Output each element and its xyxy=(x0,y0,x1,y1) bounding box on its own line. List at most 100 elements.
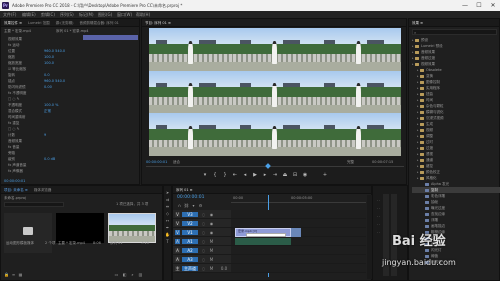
razor-tool-icon[interactable]: ◇ xyxy=(165,211,170,216)
lock-icon[interactable]: ◌ xyxy=(201,266,206,271)
tab-project[interactable]: 项目: 未命名 ≡ xyxy=(1,186,31,193)
slip-tool-icon[interactable]: ↔ xyxy=(165,218,170,223)
tab-media-browser[interactable]: 媒体浏览器 xyxy=(31,186,55,193)
resolution-dropdown[interactable]: 完整 xyxy=(347,159,354,165)
menu-edit[interactable]: 编辑(E) xyxy=(22,11,36,18)
lock-icon[interactable]: ◌ xyxy=(201,248,206,253)
lock-icon[interactable]: ◌ xyxy=(201,257,206,262)
track-header[interactable]: V V3 ◌ ◉ xyxy=(173,210,231,219)
program-timecode[interactable]: 00:00:00:01 xyxy=(146,159,167,165)
export-frame-icon[interactable]: ◉ xyxy=(302,172,308,178)
mark-in-icon[interactable]: { xyxy=(212,172,218,178)
track-lane[interactable] xyxy=(231,210,366,219)
effect-controls-timecode[interactable]: 00:00:00:01 xyxy=(4,178,25,184)
track-target-toggle[interactable]: V xyxy=(175,212,180,217)
track-target-toggle[interactable]: A xyxy=(175,239,180,244)
lock-icon[interactable]: 🔒 xyxy=(4,272,9,277)
go-to-out-icon[interactable]: ⇥ xyxy=(272,172,278,178)
playback-scrubber[interactable] xyxy=(146,166,404,167)
time-ruler[interactable] xyxy=(231,202,366,203)
eye-icon[interactable]: ◉ xyxy=(209,212,214,217)
audio-clip-a1[interactable] xyxy=(235,238,291,245)
mute-icon[interactable]: M xyxy=(209,257,214,262)
tab-effects[interactable]: 效果 ≡ xyxy=(409,19,426,26)
find-icon[interactable]: ⌕ xyxy=(130,272,135,277)
step-forward-icon[interactable]: ▸ xyxy=(262,172,268,178)
track-lane[interactable] xyxy=(231,219,366,228)
track-target-toggle[interactable]: A xyxy=(175,248,180,253)
tab-audio-mixer[interactable]: 音频剪辑混合器: 序列 01 xyxy=(77,19,122,26)
minimize-button[interactable]: — xyxy=(458,0,472,11)
project-item-sequence-thumbnail[interactable] xyxy=(108,213,156,243)
tab-lumetri-scopes[interactable]: Lumetri 范围 xyxy=(25,19,53,26)
tab-source[interactable]: 源:(无剪辑) xyxy=(53,19,77,26)
lift-icon[interactable]: ⏏ xyxy=(282,172,288,178)
step-back-icon[interactable]: ◂ xyxy=(242,172,248,178)
mute-icon[interactable]: M xyxy=(209,248,214,253)
mute-icon[interactable]: M xyxy=(209,266,214,271)
go-to-in-icon[interactable]: ⇤ xyxy=(232,172,238,178)
menu-marker[interactable]: 标记(M) xyxy=(79,11,94,18)
effect-property-row[interactable]: fx 声像器 xyxy=(4,168,138,174)
track-select-tool-icon[interactable]: ⇉ xyxy=(165,197,170,202)
lock-icon[interactable]: ◌ xyxy=(201,212,206,217)
effects-search-input[interactable]: ⌕ xyxy=(412,29,497,35)
tab-program-sequence[interactable]: 节目: 序列 01 ≡ xyxy=(142,19,174,26)
track-header[interactable]: V V1 ◌ ◉ xyxy=(173,228,231,237)
pen-tool-icon[interactable]: ✒ xyxy=(165,225,170,230)
track-header[interactable]: A A2 ◌ M xyxy=(173,246,231,255)
track-header[interactable]: 主主声道 ◌ M 0.0 xyxy=(173,264,231,273)
track-target-toggle[interactable]: V xyxy=(175,230,180,235)
track-lane[interactable] xyxy=(231,246,366,255)
menu-sequence[interactable]: 序列(S) xyxy=(60,11,74,18)
fit-dropdown[interactable]: 适合 xyxy=(173,159,180,165)
track-target-toggle[interactable]: 主 xyxy=(175,266,180,271)
lock-icon[interactable]: ◌ xyxy=(201,230,206,235)
project-item-clip-thumbnail[interactable] xyxy=(56,213,104,243)
tab-effect-controls[interactable]: 效果控件 ≡ xyxy=(1,19,25,26)
eye-icon[interactable]: ◉ xyxy=(209,230,214,235)
track-lane[interactable] xyxy=(231,264,366,273)
project-search-input[interactable] xyxy=(4,202,64,207)
timeline-timecode[interactable]: 00:00:00:01 xyxy=(177,195,204,201)
add-marker-icon[interactable]: ▾ xyxy=(202,172,208,178)
snap-icon[interactable]: ∩ xyxy=(177,203,182,208)
menu-clip[interactable]: 剪辑(C) xyxy=(41,11,55,18)
new-item-icon[interactable]: ◧ xyxy=(122,272,127,277)
add-marker-icon[interactable]: ▾ xyxy=(191,203,196,208)
new-bin-icon[interactable]: ▭ xyxy=(114,272,119,277)
mute-icon[interactable]: M xyxy=(209,239,214,244)
icon-view-icon[interactable]: ▦ xyxy=(18,272,23,277)
settings-icon[interactable]: ⚙ xyxy=(198,203,203,208)
master-volume-value[interactable]: 0.0 xyxy=(219,266,229,271)
type-tool-icon[interactable]: T xyxy=(165,239,170,244)
play-icon[interactable]: ▶ xyxy=(252,172,258,178)
track-header[interactable]: A A1 ◌ M xyxy=(173,237,231,246)
menu-help[interactable]: 帮助(H) xyxy=(136,11,150,18)
trash-icon[interactable]: ▥ xyxy=(138,272,143,277)
track-lane[interactable] xyxy=(231,255,366,264)
menu-graphics[interactable]: 图形(G) xyxy=(98,11,112,18)
hand-tool-icon[interactable]: ✋ xyxy=(165,232,170,237)
ripple-edit-tool-icon[interactable]: ⇹ xyxy=(165,204,170,209)
playhead-marker[interactable] xyxy=(265,163,271,169)
selection-tool-icon[interactable]: ➤ xyxy=(165,190,170,195)
mark-out-icon[interactable]: } xyxy=(222,172,228,178)
button-editor-icon[interactable]: + xyxy=(322,172,328,178)
video-clip-v1-tail[interactable] xyxy=(291,228,301,237)
track-target-toggle[interactable]: A xyxy=(175,257,180,262)
menu-file[interactable]: 文件(F) xyxy=(3,11,16,18)
eye-icon[interactable]: ◉ xyxy=(209,221,214,226)
lock-icon[interactable]: ◌ xyxy=(201,221,206,226)
close-button[interactable]: ✕ xyxy=(486,0,500,11)
project-item-mogrt-bin[interactable] xyxy=(4,213,52,253)
video-viewport[interactable] xyxy=(149,28,401,156)
track-target-toggle[interactable]: V xyxy=(175,221,180,226)
tab-sequence-01[interactable]: 序列 01 ≡ xyxy=(173,186,196,193)
list-view-icon[interactable]: ≡ xyxy=(11,272,16,277)
video-clip-v1[interactable]: 宏录.mp4 [V] xyxy=(235,228,291,237)
linked-selection-icon[interactable]: ⛓ xyxy=(184,203,189,208)
lock-icon[interactable]: ◌ xyxy=(201,239,206,244)
extract-icon[interactable]: ⊟ xyxy=(292,172,298,178)
track-header[interactable]: V V2 ◌ ◉ xyxy=(173,219,231,228)
